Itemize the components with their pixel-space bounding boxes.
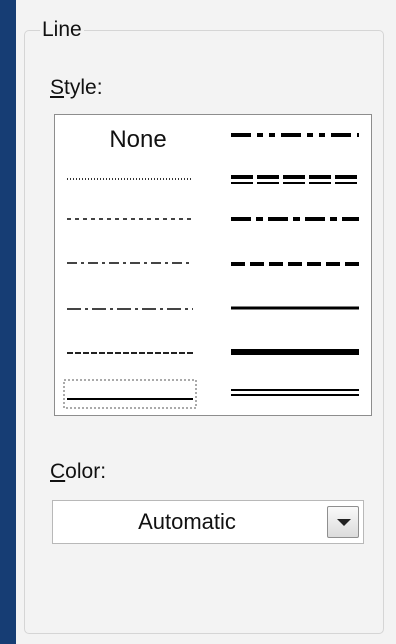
line-style-solid-thin-selected-option[interactable]	[63, 379, 197, 409]
line-style-thick-thin-option[interactable]	[229, 171, 361, 191]
line-style-solid-thick-option[interactable]	[229, 345, 361, 359]
line-style-none-option[interactable]: None	[93, 125, 183, 155]
color-selected-value: Automatic	[138, 509, 236, 534]
line-style-round-dot-option[interactable]	[65, 213, 195, 225]
line-style-list[interactable]: None	[54, 114, 372, 416]
line-style-square-dot-option[interactable]	[65, 173, 195, 185]
line-style-dash-dot-option[interactable]	[65, 257, 195, 269]
line-style-heavy-dash-option[interactable]	[229, 257, 361, 271]
line-style-heavy-dash-dot-option[interactable]	[229, 211, 361, 227]
style-label-rest: tyle:	[64, 76, 103, 99]
line-group-title: Line	[40, 18, 84, 42]
color-label-mnemonic: C	[50, 460, 66, 483]
line-style-long-dash-dot-option[interactable]	[65, 303, 195, 315]
color-dropdown[interactable]: Automatic	[52, 500, 364, 544]
color-label: Color:	[50, 460, 106, 484]
line-style-solid-medium-option[interactable]	[229, 301, 361, 315]
style-label: Style:	[50, 76, 103, 100]
line-style-long-dash-dot-dot-option[interactable]	[229, 127, 361, 143]
chevron-down-icon	[337, 519, 351, 526]
style-label-mnemonic: S	[50, 76, 65, 99]
line-style-double-option[interactable]	[229, 385, 361, 401]
line-style-dash-option[interactable]	[65, 347, 195, 359]
color-dropdown-button[interactable]	[327, 506, 359, 538]
color-label-rest: olor:	[65, 460, 107, 483]
line-settings-panel: Line Style: None Color: Automatic	[14, 0, 396, 644]
